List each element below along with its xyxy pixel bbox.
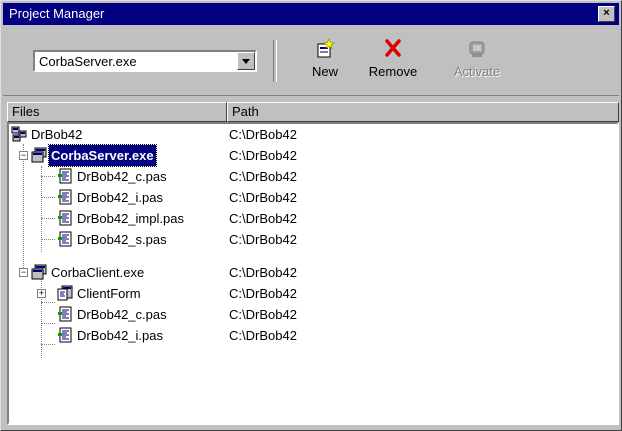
tree-item-label: DrBob42_i.pas [77, 328, 163, 343]
chevron-down-icon[interactable] [237, 52, 255, 70]
tree-row[interactable]: DrBob42_impl.pas C:\DrBob42 [9, 208, 617, 229]
target-project-dropdown[interactable]: CorbaServer.exe [33, 50, 257, 72]
tree-item-path: C:\DrBob42 [229, 265, 297, 280]
remove-x-icon [385, 39, 401, 57]
tree-item-label: DrBob42_i.pas [77, 190, 163, 205]
pas-file-icon [58, 327, 72, 343]
new-button[interactable]: New [295, 38, 355, 88]
tree-row[interactable]: − CorbaServer.exe C:\DrBob42 [9, 144, 617, 167]
project-manager-window: Project Manager × CorbaServer.exe New Re… [0, 0, 622, 431]
activate-button-label: Activate [453, 64, 501, 79]
pas-file-icon [58, 189, 72, 205]
collapse-icon[interactable]: − [19, 268, 28, 277]
tree-item-path: C:\DrBob42 [229, 307, 297, 322]
tree-item-label: DrBob42_s.pas [77, 232, 167, 247]
expand-icon[interactable]: + [37, 289, 46, 298]
remove-button[interactable]: Remove [363, 38, 423, 88]
tree-row[interactable]: DrBob42_c.pas C:\DrBob42 [9, 304, 617, 325]
tree-item-path: C:\DrBob42 [229, 211, 297, 226]
tree-item-label: DrBob42 [31, 127, 83, 142]
tree-row[interactable]: DrBob42_s.pas C:\DrBob42 [9, 229, 617, 250]
tree-item-label: CorbaClient.exe [51, 265, 145, 280]
column-header: Files Path [7, 102, 619, 122]
tree-item-label: ClientForm [77, 286, 141, 301]
files-column-header[interactable]: Files [7, 102, 227, 122]
tree-item-path: C:\DrBob42 [229, 328, 297, 343]
tree-item-label: DrBob42_c.pas [77, 307, 167, 322]
tree-row[interactable]: + ClientForm C:\DrBob42 [9, 283, 617, 304]
project-tree[interactable]: DrBob42 C:\DrBob42 − CorbaServer.exe C:\… [7, 122, 619, 425]
new-button-label: New [311, 64, 338, 79]
tree-item-path: C:\DrBob42 [229, 286, 297, 301]
path-column-header[interactable]: Path [227, 102, 619, 122]
tree-item-label: DrBob42_c.pas [77, 169, 167, 184]
tree-item-path: C:\DrBob42 [229, 232, 297, 247]
exe-project-icon [31, 147, 47, 163]
project-group-icon [11, 126, 27, 142]
pas-file-icon [58, 306, 72, 322]
pas-file-icon [58, 168, 72, 184]
pas-file-icon [58, 231, 72, 247]
tree-item-label: CorbaServer.exe [48, 144, 157, 167]
tree-row[interactable]: DrBob42_i.pas C:\DrBob42 [9, 325, 617, 346]
title-bar[interactable]: Project Manager × [3, 3, 619, 25]
tree-item-path: C:\DrBob42 [229, 127, 297, 142]
exe-project-icon [31, 264, 47, 280]
target-project-value: CorbaServer.exe [39, 54, 137, 69]
tree-item-label: DrBob42_impl.pas [77, 211, 184, 226]
tree-row[interactable]: DrBob42_c.pas C:\DrBob42 [9, 166, 617, 187]
activate-icon [469, 41, 485, 57]
collapse-icon[interactable]: − [19, 151, 28, 160]
tree-row[interactable]: − CorbaClient.exe C:\DrBob42 [9, 262, 617, 283]
close-button[interactable]: × [598, 6, 615, 22]
remove-button-label: Remove [368, 64, 418, 79]
pas-file-icon [58, 210, 72, 226]
activate-button[interactable]: Activate [447, 38, 507, 88]
new-item-icon [317, 38, 335, 58]
window-title: Project Manager [9, 6, 105, 21]
toolbar-separator [273, 40, 277, 82]
tree-row[interactable]: DrBob42_i.pas C:\DrBob42 [9, 187, 617, 208]
toolbar: CorbaServer.exe New Remove Activate [3, 26, 619, 96]
tree-item-path: C:\DrBob42 [229, 148, 297, 163]
form-unit-icon [57, 285, 73, 301]
tree-item-path: C:\DrBob42 [229, 190, 297, 205]
tree-row[interactable]: DrBob42 C:\DrBob42 [9, 124, 617, 145]
tree-item-path: C:\DrBob42 [229, 169, 297, 184]
